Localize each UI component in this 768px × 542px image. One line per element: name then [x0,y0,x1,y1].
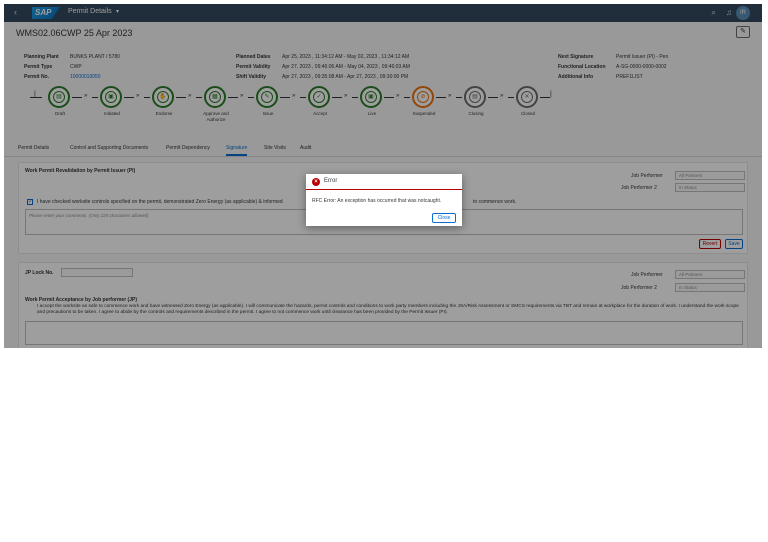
app-window: ‹ SAP Permit Details ▾ ⌕ ♫ IR WMS02.06CW… [4,4,762,348]
dialog-title: Error [324,178,338,184]
error-icon: × [312,178,320,186]
dialog-header: × Error [306,174,462,190]
close-button[interactable]: Close [432,213,456,223]
dialog-message: RFC Error: An exception has occurred tha… [312,198,442,204]
error-dialog: × Error RFC Error: An exception has occu… [306,174,462,226]
